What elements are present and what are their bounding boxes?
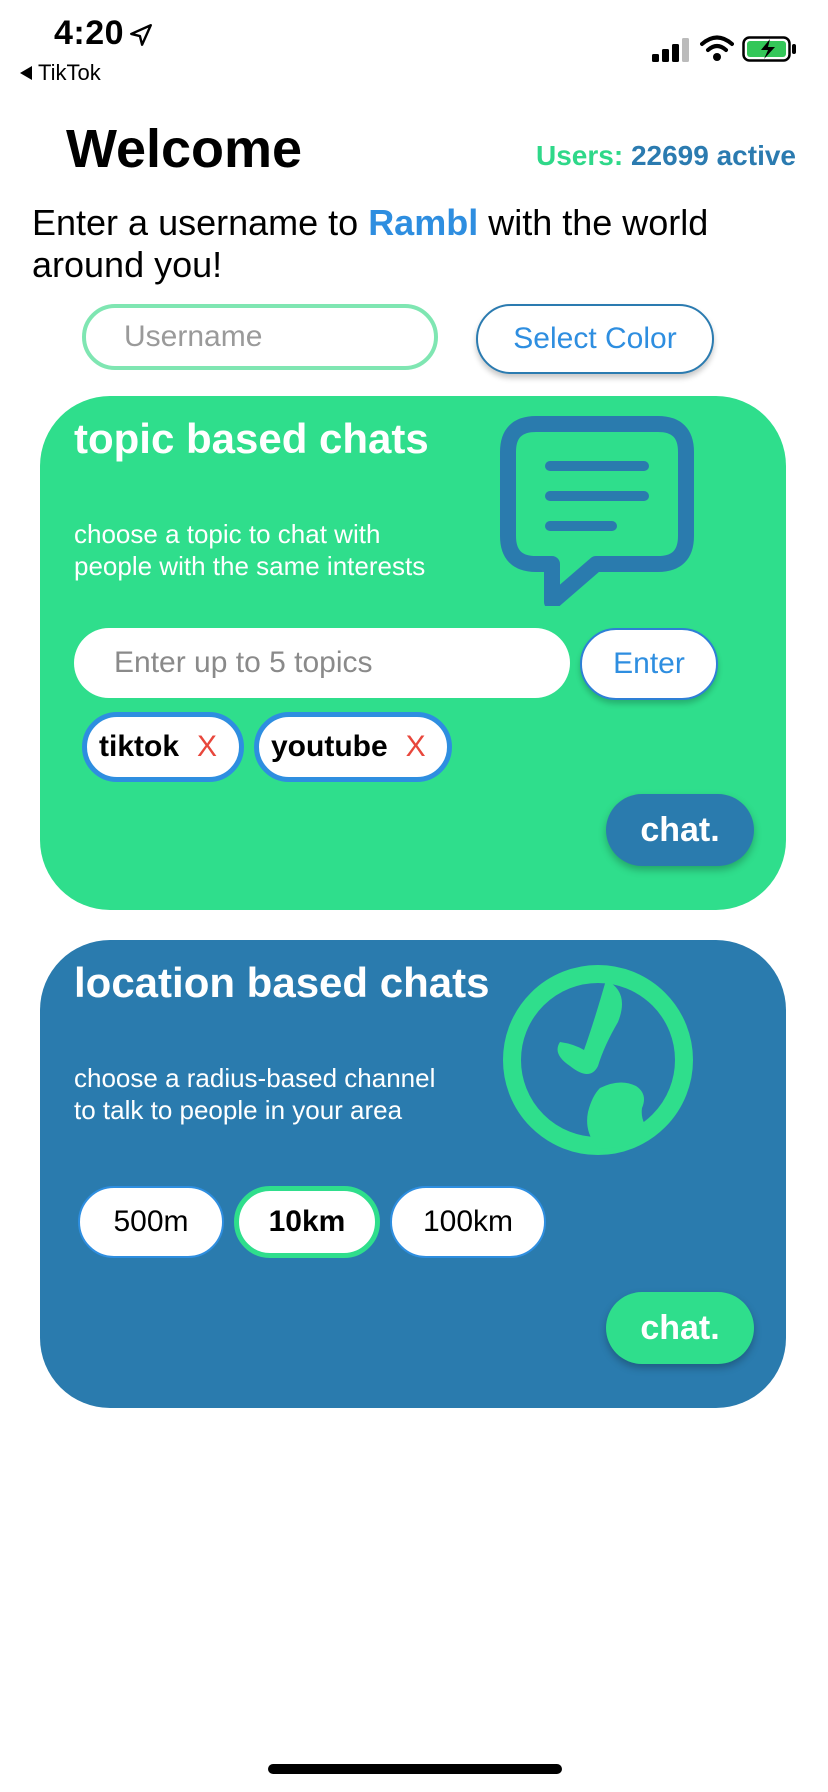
- topic-chip[interactable]: tiktok X: [82, 712, 244, 782]
- topic-card-description: choose a topic to chat with people with …: [74, 519, 426, 581]
- active-users-indicator: Users: 22699 active: [536, 140, 796, 172]
- cellular-signal-icon: [652, 38, 689, 62]
- location-card-title: location based chats: [74, 959, 490, 1006]
- users-count: 22699 active: [630, 140, 796, 171]
- chat-bubble-icon: [500, 416, 694, 606]
- brand-name: Rambl: [368, 202, 479, 243]
- enter-topic-button[interactable]: Enter: [580, 628, 718, 700]
- location-arrow-icon: [130, 24, 152, 46]
- radius-option-100km[interactable]: 100km: [390, 1186, 546, 1258]
- topic-chip-label: youtube: [271, 730, 388, 763]
- back-triangle-icon: [20, 66, 32, 80]
- location-chat-card: location based chats choose a radius-bas…: [40, 940, 786, 1408]
- page-title: Welcome: [66, 119, 303, 179]
- home-indicator[interactable]: [268, 1764, 562, 1774]
- intro-text: Enter a username to Rambl with the world…: [32, 202, 802, 286]
- topic-chat-button[interactable]: chat.: [606, 794, 754, 866]
- back-to-app-link[interactable]: TikTok: [20, 60, 101, 86]
- remove-topic-button[interactable]: X: [197, 730, 217, 764]
- back-app-label: TikTok: [38, 60, 101, 85]
- globe-icon: [503, 965, 693, 1155]
- battery-charging-icon: [742, 36, 796, 62]
- status-time: 4:20: [54, 14, 125, 52]
- topic-chip-label: tiktok: [99, 730, 180, 763]
- users-label: Users:: [536, 140, 624, 171]
- select-color-button[interactable]: Select Color: [476, 304, 714, 374]
- wifi-icon: [700, 35, 734, 61]
- topics-input[interactable]: Enter up to 5 topics: [74, 628, 570, 698]
- topic-chip[interactable]: youtube X: [254, 712, 452, 782]
- location-chat-button[interactable]: chat.: [606, 1292, 754, 1364]
- remove-topic-button[interactable]: X: [406, 730, 426, 764]
- radius-option-10km[interactable]: 10km: [234, 1186, 380, 1258]
- username-input[interactable]: Username: [82, 304, 438, 370]
- intro-before: Enter a username to: [32, 202, 369, 243]
- topic-card-title: topic based chats: [74, 415, 429, 462]
- location-card-description: choose a radius-based channel to talk to…: [74, 1063, 436, 1125]
- topic-chat-card: topic based chats choose a topic to chat…: [40, 396, 786, 910]
- radius-option-500m[interactable]: 500m: [78, 1186, 224, 1258]
